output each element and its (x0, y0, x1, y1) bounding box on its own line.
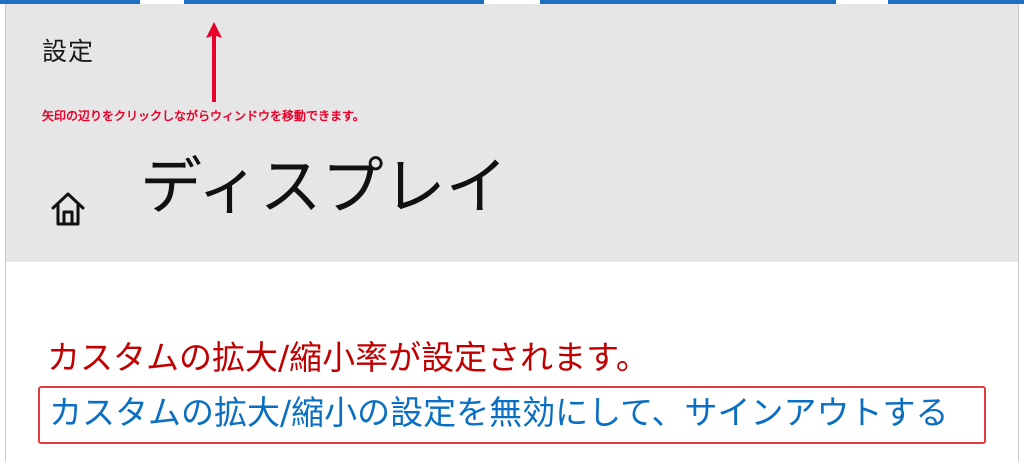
app-title: 設定 (42, 37, 95, 66)
up-arrow-icon (206, 22, 222, 102)
settings-window: 設定 矢印の辺りをクリックしながらウィンドウを移動できます。 ディスプレイ カス… (5, 4, 1019, 461)
status-message: カスタムの拡大/縮小率が設定されます。 (47, 338, 649, 377)
title-bar[interactable]: 設定 矢印の辺りをクリックしながらウィンドウを移動できます。 ディスプレイ (6, 4, 1018, 262)
annotation-text: 矢印の辺りをクリックしながらウィンドウを移動できます。 (42, 109, 365, 123)
signout-link-label: カスタムの拡大/縮小の設定を無効にして、サインアウトする (49, 393, 949, 432)
page-title: ディスプレイ (140, 150, 508, 223)
signout-link[interactable]: カスタムの拡大/縮小の設定を無効にして、サインアウトする (38, 386, 986, 444)
home-icon[interactable] (48, 188, 88, 228)
